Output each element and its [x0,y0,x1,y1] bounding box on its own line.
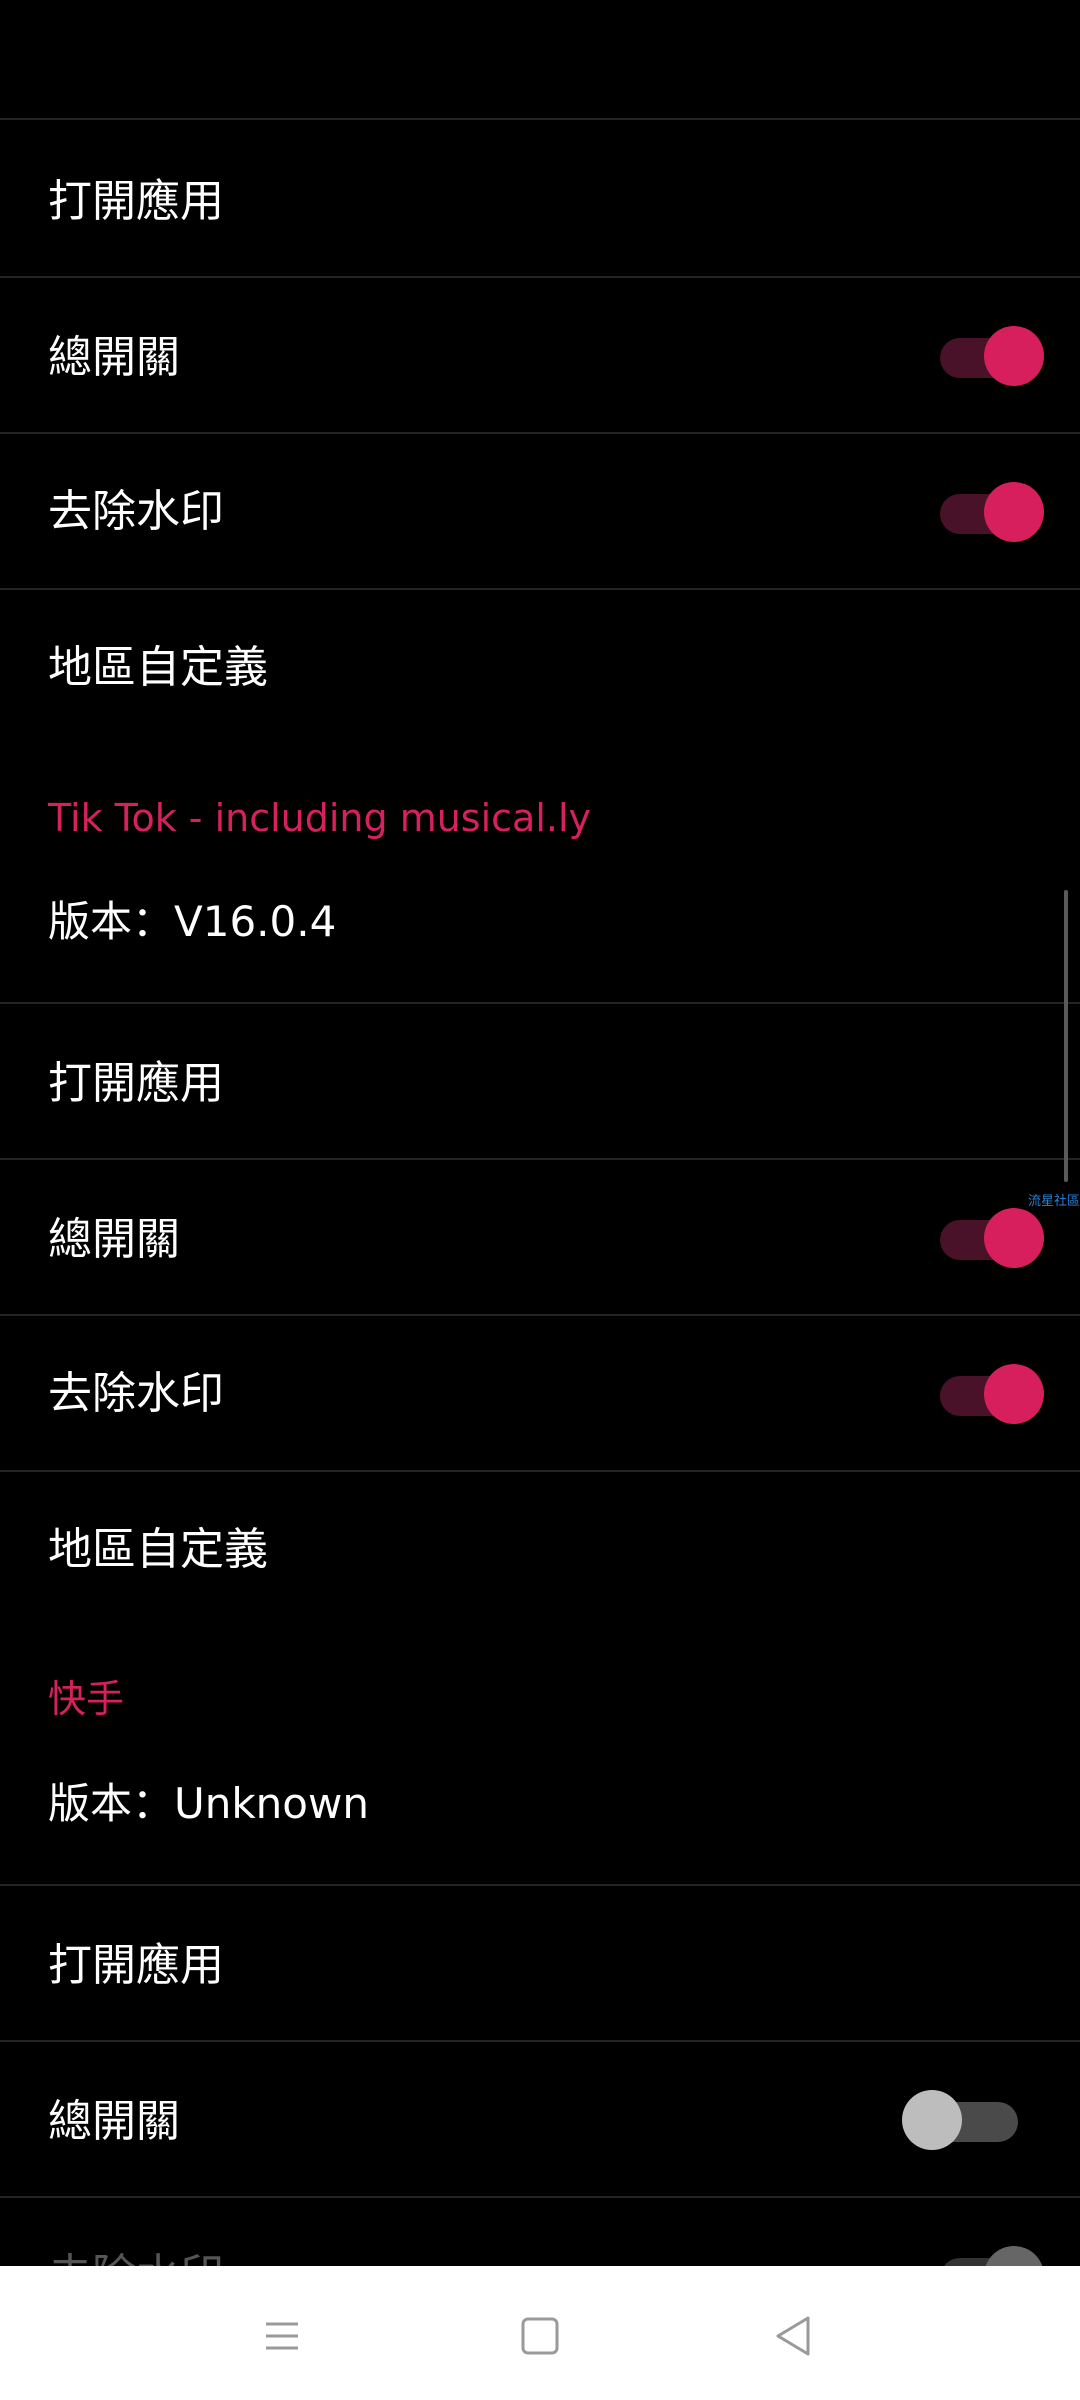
region-custom-row-1[interactable]: 地區自定義 [0,588,1080,748]
open-app-row-3[interactable]: 打開應用 [0,1884,1080,2040]
master-switch-row-1[interactable]: 總開關 [0,276,1080,432]
master-switch-label: 總開關 [48,2096,180,2147]
master-switch-row-3[interactable]: 總開關 [0,2040,1080,2196]
back-button[interactable] [754,2296,834,2376]
menu-button[interactable] [242,2296,322,2376]
open-app-row-1[interactable]: 打開應用 [0,118,1080,276]
master-switch-label: 總開關 [48,1214,180,1265]
version-text-kuaishou: 版本：Unknown [48,1779,369,1828]
section-title-tiktok: Tik Tok - including musical.ly [48,796,592,840]
section-title-kuaishou: 快手 [48,1677,125,1721]
home-square-icon [521,2317,559,2355]
back-triangle-icon [776,2316,810,2356]
settings-screen: 打開應用 總開關 去除水印 地區自定義 Tik Tok - including … [0,0,1080,2400]
open-app-row-2[interactable]: 打開應用 [0,1002,1080,1158]
toggle-thumb [984,326,1044,386]
master-switch-toggle-1[interactable] [940,326,1044,386]
region-custom-row-2[interactable]: 地區自定義 [0,1470,1080,1630]
remove-watermark-row-2[interactable]: 去除水印 [0,1314,1080,1470]
master-switch-row-2[interactable]: 總開關 [0,1158,1080,1314]
version-text-tiktok: 版本：V16.0.4 [48,897,337,946]
open-app-label: 打開應用 [48,1940,224,1991]
toggle-thumb [902,2090,962,2150]
region-custom-label: 地區自定義 [48,1524,268,1575]
open-app-label: 打開應用 [48,1058,224,1109]
home-button[interactable] [500,2296,580,2376]
master-switch-toggle-2[interactable] [940,1208,1044,1268]
toggle-thumb [984,1364,1044,1424]
toggle-thumb [984,482,1044,542]
master-switch-toggle-3[interactable] [902,2090,1026,2150]
scrollbar[interactable] [1064,890,1068,1182]
remove-watermark-label: 去除水印 [48,486,224,537]
toggle-thumb [984,1208,1044,1268]
remove-watermark-toggle-1[interactable] [940,482,1044,542]
watermark-text: 流星社區 [1027,1194,1080,1209]
remove-watermark-row-1[interactable]: 去除水印 [0,432,1080,588]
open-app-label: 打開應用 [48,176,224,227]
remove-watermark-toggle-2[interactable] [940,1364,1044,1424]
system-nav-bar [0,2266,1080,2400]
remove-watermark-label: 去除水印 [48,1368,224,1419]
menu-icon [266,2322,298,2350]
master-switch-label: 總開關 [48,332,180,383]
region-custom-label: 地區自定義 [48,642,268,693]
